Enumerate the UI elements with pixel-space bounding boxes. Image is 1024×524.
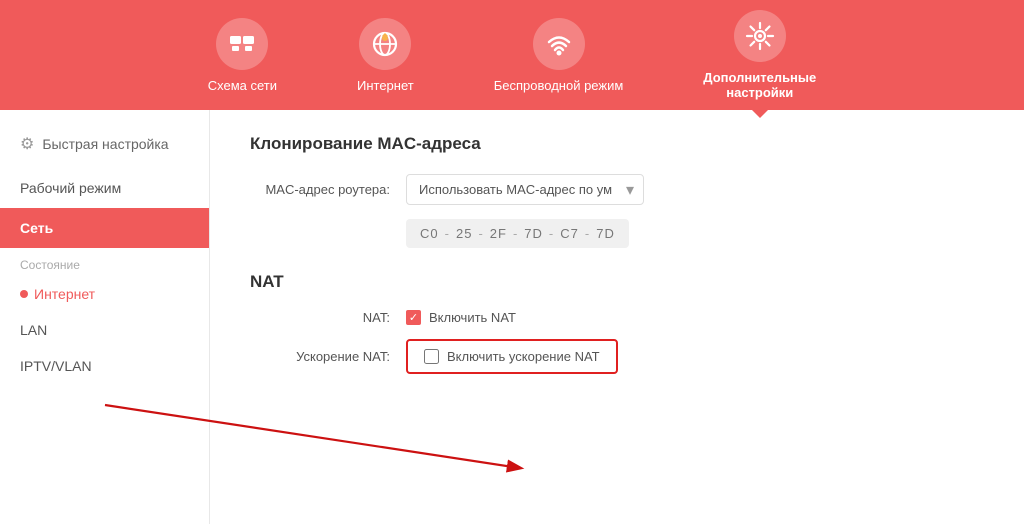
nav-internet-label: Интернет bbox=[357, 78, 414, 93]
active-dot bbox=[20, 290, 28, 298]
mac-router-label: MAC-адрес роутера: bbox=[250, 182, 390, 197]
sidebar: ⚙ Быстрая настройка Рабочий режим Сеть С… bbox=[0, 110, 210, 524]
sidebar-network-label: Сеть bbox=[20, 220, 53, 236]
gear-icon: ⚙ bbox=[20, 134, 34, 154]
sidebar-iptv-label: IPTV/VLAN bbox=[20, 358, 92, 374]
mac-byte-4: 7D bbox=[524, 226, 543, 241]
advanced-icon bbox=[734, 10, 786, 62]
sidebar-work-mode[interactable]: Рабочий режим bbox=[0, 168, 209, 208]
mac-byte-3: 2F bbox=[490, 226, 507, 241]
sidebar-network[interactable]: Сеть bbox=[0, 208, 209, 248]
schema-icon bbox=[216, 18, 268, 70]
nat-accel-row: Ускорение NAT: Включить ускорение NAT bbox=[250, 339, 984, 374]
nat-row: NAT: ✓ Включить NAT bbox=[250, 310, 984, 325]
mac-byte-5: C7 bbox=[560, 226, 579, 241]
sidebar-lan-label: LAN bbox=[20, 322, 47, 338]
nav-schema[interactable]: Схема сети bbox=[208, 18, 277, 93]
nat-accel-label: Ускорение NAT: bbox=[250, 349, 390, 364]
nav-wireless-label: Беспроводной режим bbox=[494, 78, 624, 93]
nav-advanced[interactable]: Дополнительныенастройки bbox=[703, 10, 816, 100]
mac-byte-2: 25 bbox=[456, 226, 472, 241]
mac-select[interactable]: Использовать MAC-адрес по ум bbox=[406, 174, 644, 205]
sidebar-quick-label: Быстрая настройка bbox=[42, 136, 168, 152]
sidebar-quick-setup[interactable]: ⚙ Быстрая настройка bbox=[0, 120, 209, 168]
content-area: Клонирование MAC-адреса MAC-адрес роутер… bbox=[210, 110, 1024, 524]
mac-byte-6: 7D bbox=[596, 226, 615, 241]
main-layout: ⚙ Быстрая настройка Рабочий режим Сеть С… bbox=[0, 110, 1024, 524]
sidebar-work-mode-label: Рабочий режим bbox=[20, 180, 121, 196]
nav-advanced-label: Дополнительныенастройки bbox=[703, 70, 816, 100]
top-nav: Схема сети Интернет bbox=[0, 0, 1024, 110]
nat-title: NAT bbox=[250, 272, 984, 292]
wireless-icon bbox=[533, 18, 585, 70]
nat-enable-label: Включить NAT bbox=[429, 310, 516, 325]
mac-router-row: MAC-адрес роутера: Использовать MAC-адре… bbox=[250, 174, 984, 205]
nat-accel-checkbox[interactable] bbox=[424, 349, 439, 364]
sidebar-state-section: Состояние bbox=[0, 248, 209, 276]
nav-internet[interactable]: Интернет bbox=[357, 18, 414, 93]
mac-router-value: Использовать MAC-адрес по ум bbox=[406, 174, 644, 205]
mac-byte-1: C0 bbox=[420, 226, 439, 241]
nav-wireless[interactable]: Беспроводной режим bbox=[494, 18, 624, 93]
sidebar-state-label: Состояние bbox=[20, 258, 80, 272]
sidebar-lan[interactable]: LAN bbox=[0, 312, 209, 348]
nat-checkbox-row: ✓ Включить NAT bbox=[406, 310, 516, 325]
mac-display-row: C0 - 25 - 2F - 7D - C7 - 7D bbox=[250, 219, 984, 248]
internet-icon bbox=[359, 18, 411, 70]
sidebar-internet-label: Интернет bbox=[34, 286, 95, 302]
mac-address-display: C0 - 25 - 2F - 7D - C7 - 7D bbox=[406, 219, 629, 248]
mac-select-wrapper[interactable]: Использовать MAC-адрес по ум bbox=[406, 174, 644, 205]
nat-accel-outlined: Включить ускорение NAT bbox=[406, 339, 618, 374]
nat-checkbox[interactable]: ✓ bbox=[406, 310, 421, 325]
sidebar-internet[interactable]: Интернет bbox=[0, 276, 209, 312]
nat-accel-enable-label: Включить ускорение NAT bbox=[447, 349, 600, 364]
sidebar-iptv[interactable]: IPTV/VLAN bbox=[0, 348, 209, 384]
nav-schema-label: Схема сети bbox=[208, 78, 277, 93]
mac-clone-title: Клонирование MAC-адреса bbox=[250, 134, 984, 154]
nat-label: NAT: bbox=[250, 310, 390, 325]
